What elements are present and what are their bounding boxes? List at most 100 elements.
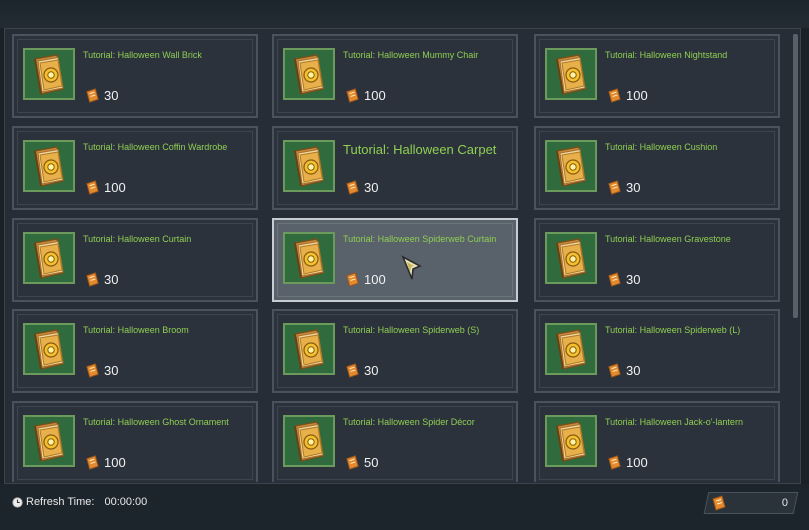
ticket-icon bbox=[608, 454, 621, 470]
ticket-icon bbox=[346, 362, 359, 378]
price-value: 100 bbox=[104, 454, 126, 470]
book-icon bbox=[34, 54, 64, 95]
item-icon-frame bbox=[545, 323, 597, 375]
item-title: Tutorial: Halloween Wall Brick bbox=[83, 50, 202, 60]
item-title: Tutorial: Halloween Spiderweb (L) bbox=[605, 325, 741, 335]
book-icon bbox=[34, 146, 64, 187]
refresh-time: 00:00:00 bbox=[104, 496, 148, 508]
item-icon-frame bbox=[283, 140, 335, 192]
book-icon bbox=[294, 146, 324, 187]
book-icon bbox=[556, 421, 586, 462]
price-value: 30 bbox=[626, 271, 641, 287]
clock-icon bbox=[12, 496, 23, 508]
item-icon-frame bbox=[23, 415, 75, 467]
shop-item-card[interactable]: Tutorial: Halloween Ghost Ornament 100 bbox=[12, 401, 258, 482]
item-title: Tutorial: Halloween Gravestone bbox=[605, 234, 731, 244]
item-title: Tutorial: Halloween Carpet bbox=[343, 142, 497, 157]
book-icon bbox=[294, 329, 324, 370]
ticket-icon bbox=[86, 87, 99, 103]
shop-item-card[interactable]: Tutorial: Halloween Spiderweb (L) 30 bbox=[534, 309, 780, 393]
shop-item-card[interactable]: Tutorial: Halloween Gravestone 30 bbox=[534, 218, 780, 302]
ticket-icon bbox=[608, 271, 621, 287]
book-icon bbox=[556, 329, 586, 370]
shop-item-card[interactable]: Tutorial: Halloween Carpet 30 bbox=[272, 126, 518, 210]
shop-item-card[interactable]: Tutorial: Halloween Jack-o'-lantern 100 bbox=[534, 401, 780, 482]
item-title: Tutorial: Halloween Ghost Ornament bbox=[83, 417, 229, 427]
book-icon bbox=[556, 54, 586, 95]
item-price: 30 bbox=[606, 360, 640, 380]
cursor-pointer-icon bbox=[401, 255, 422, 280]
item-title: Tutorial: Halloween Spider Décor bbox=[343, 417, 475, 427]
price-value: 30 bbox=[104, 362, 119, 378]
item-icon-frame bbox=[545, 232, 597, 284]
price-value: 100 bbox=[626, 87, 648, 103]
price-value: 30 bbox=[104, 87, 119, 103]
shop-item-card[interactable]: Tutorial: Halloween Spiderweb Curtain 100 bbox=[272, 218, 518, 302]
item-title: Tutorial: Halloween Spiderweb (S) bbox=[343, 325, 480, 335]
price-value: 30 bbox=[626, 179, 641, 195]
ticket-icon bbox=[346, 454, 359, 470]
ticket-icon bbox=[712, 495, 726, 511]
ticket-icon bbox=[608, 362, 621, 378]
price-value: 100 bbox=[364, 87, 386, 103]
item-title: Tutorial: Halloween Broom bbox=[83, 325, 189, 335]
book-icon bbox=[556, 238, 586, 279]
shop-item-card[interactable]: Tutorial: Halloween Wall Brick 30 bbox=[12, 34, 258, 118]
item-price: 30 bbox=[344, 177, 378, 197]
item-price: 50 bbox=[344, 452, 378, 472]
item-icon-frame bbox=[283, 48, 335, 100]
ticket-icon bbox=[346, 87, 359, 103]
ticket-icon bbox=[346, 179, 359, 195]
refresh-label: Refresh Time: bbox=[26, 496, 95, 508]
book-icon bbox=[34, 329, 64, 370]
book-icon bbox=[294, 238, 324, 279]
price-value: 30 bbox=[364, 362, 379, 378]
item-icon-frame bbox=[23, 323, 75, 375]
item-title: Tutorial: Halloween Cushion bbox=[605, 142, 718, 152]
book-icon bbox=[294, 421, 324, 462]
price-value: 100 bbox=[364, 271, 386, 287]
item-price: 30 bbox=[344, 360, 378, 380]
ticket-icon bbox=[608, 87, 621, 103]
currency-value: 0 bbox=[781, 497, 788, 509]
shop-item-card[interactable]: Tutorial: Halloween Broom 30 bbox=[12, 309, 258, 393]
item-icon-frame bbox=[545, 48, 597, 100]
item-icon-frame bbox=[23, 140, 75, 192]
item-price: 30 bbox=[84, 85, 118, 105]
item-title: Tutorial: Halloween Spiderweb Curtain bbox=[343, 234, 497, 244]
item-price: 30 bbox=[606, 269, 640, 289]
top-bar bbox=[0, 0, 809, 28]
shop-item-card[interactable]: Tutorial: Halloween Mummy Chair 100 bbox=[272, 34, 518, 118]
price-value: 50 bbox=[364, 454, 379, 470]
price-value: 30 bbox=[364, 179, 379, 195]
item-icon-frame bbox=[283, 415, 335, 467]
book-icon bbox=[556, 146, 586, 187]
item-icon-frame bbox=[283, 232, 335, 284]
shop-item-card[interactable]: Tutorial: Halloween Spiderweb (S) 30 bbox=[272, 309, 518, 393]
price-value: 30 bbox=[626, 362, 641, 378]
item-title: Tutorial: Halloween Jack-o'-lantern bbox=[605, 417, 743, 427]
item-title: Tutorial: Halloween Coffin Wardrobe bbox=[83, 142, 228, 152]
price-value: 100 bbox=[626, 454, 648, 470]
price-value: 30 bbox=[104, 271, 119, 287]
price-value: 100 bbox=[104, 179, 126, 195]
item-price: 100 bbox=[606, 452, 648, 472]
item-price: 30 bbox=[84, 269, 118, 289]
book-icon bbox=[34, 238, 64, 279]
item-price: 100 bbox=[606, 85, 648, 105]
shop-item-card[interactable]: Tutorial: Halloween Cushion 30 bbox=[534, 126, 780, 210]
shop-item-card[interactable]: Tutorial: Halloween Curtain 30 bbox=[12, 218, 258, 302]
scrollbar[interactable] bbox=[793, 34, 798, 318]
item-price: 100 bbox=[84, 452, 126, 472]
ticket-icon bbox=[86, 179, 99, 195]
item-price: 100 bbox=[84, 177, 126, 197]
item-title: Tutorial: Halloween Nightstand bbox=[605, 50, 728, 60]
item-icon-frame bbox=[23, 232, 75, 284]
ticket-icon bbox=[86, 362, 99, 378]
ticket-icon bbox=[86, 271, 99, 287]
shop-item-card[interactable]: Tutorial: Halloween Nightstand 100 bbox=[534, 34, 780, 118]
shop-item-card[interactable]: Tutorial: Halloween Coffin Wardrobe 100 bbox=[12, 126, 258, 210]
item-title: Tutorial: Halloween Curtain bbox=[83, 234, 192, 244]
shop-item-card[interactable]: Tutorial: Halloween Spider Décor 50 bbox=[272, 401, 518, 482]
item-price: 30 bbox=[606, 177, 640, 197]
